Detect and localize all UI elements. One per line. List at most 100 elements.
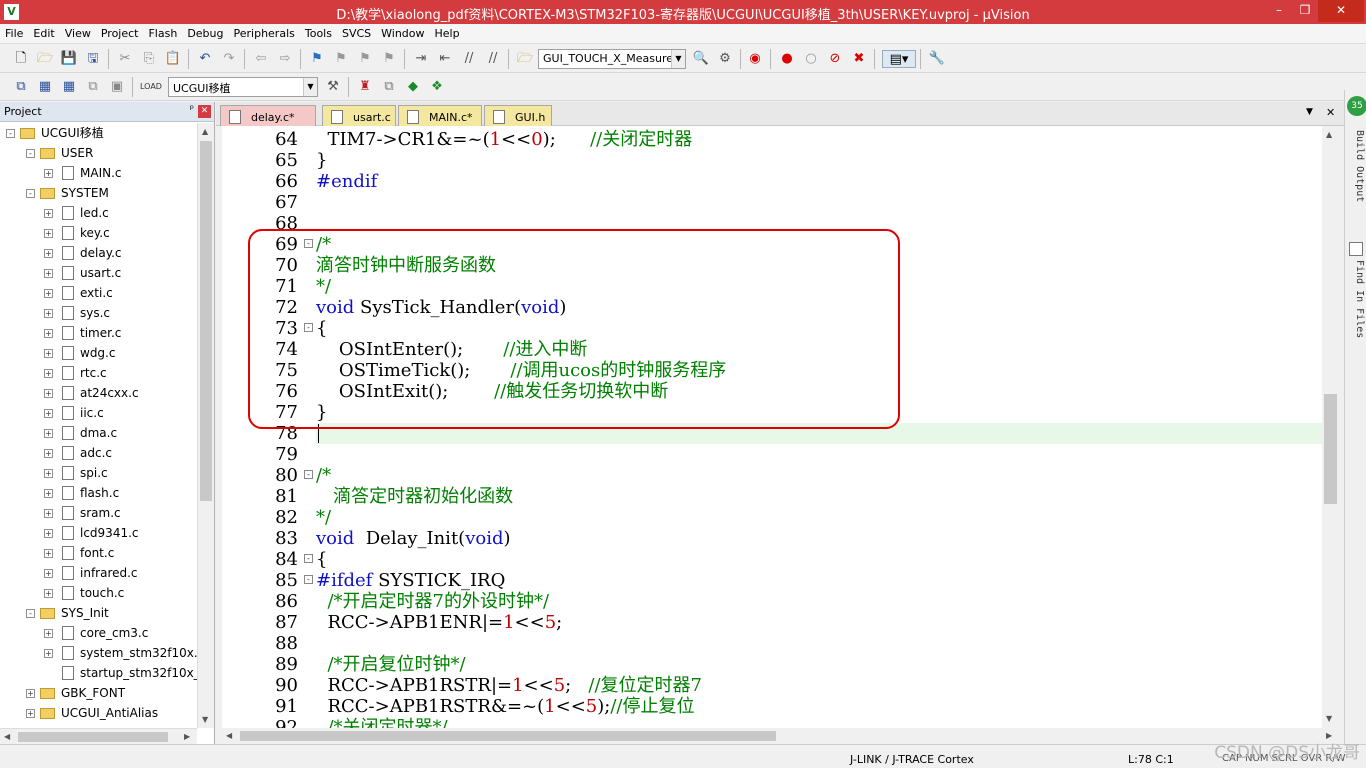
target-options-icon[interactable]: ⚒ (324, 78, 342, 96)
menu-window[interactable]: Window (376, 24, 429, 44)
expand-icon[interactable]: + (44, 449, 53, 458)
scroll-down-icon[interactable]: ▼ (1326, 714, 1332, 723)
expand-icon[interactable]: + (44, 349, 53, 358)
menu-file[interactable]: File (0, 24, 28, 44)
unindent-icon[interactable]: ⇤ (436, 50, 454, 68)
cut-icon[interactable]: ✂ (116, 50, 134, 68)
expand-icon[interactable]: + (44, 269, 53, 278)
expand-icon[interactable]: + (44, 309, 53, 318)
menu-edit[interactable]: Edit (28, 24, 59, 44)
save-all-icon[interactable]: 🖫 (84, 50, 102, 68)
expand-icon[interactable]: + (44, 229, 53, 238)
menu-view[interactable]: View (60, 24, 96, 44)
expand-icon[interactable]: + (44, 389, 53, 398)
expand-icon[interactable]: + (44, 289, 53, 298)
menu-help[interactable]: Help (430, 24, 465, 44)
select-packs-icon[interactable]: ◆ (404, 78, 422, 96)
editor-horizontal-scrollbar[interactable]: ◀ ▶ (222, 728, 1339, 744)
insert-breakpoint-icon[interactable]: ● (778, 50, 796, 68)
restore-button[interactable]: ❐ (1292, 0, 1318, 22)
debug-session-icon[interactable]: ◉ (746, 50, 764, 68)
configure-icon[interactable]: 🔧 (928, 50, 946, 68)
clear-bookmarks-icon[interactable]: ⚑ (380, 50, 398, 68)
collapse-icon[interactable]: - (26, 149, 35, 158)
expand-icon[interactable]: + (44, 369, 53, 378)
expand-icon[interactable]: + (44, 209, 53, 218)
comment-icon[interactable]: // (460, 50, 478, 68)
expand-icon[interactable]: + (26, 709, 35, 718)
scrollbar-thumb[interactable] (240, 731, 776, 741)
tab-list-icon[interactable]: ▼ (1306, 107, 1313, 117)
manage-rte-icon[interactable]: ❖ (428, 78, 446, 96)
scroll-left-icon[interactable]: ◀ (226, 731, 232, 740)
menu-flash[interactable]: Flash (143, 24, 182, 44)
undo-icon[interactable]: ↶ (196, 50, 214, 68)
find-in-files-icon[interactable]: 🗁 (516, 50, 534, 68)
fold-toggle-icon[interactable]: - (304, 575, 313, 584)
scrollbar-thumb[interactable] (200, 141, 212, 501)
expand-icon[interactable]: + (44, 489, 53, 498)
expand-icon[interactable]: + (44, 469, 53, 478)
redo-icon[interactable]: ↷ (220, 50, 238, 68)
copy-icon[interactable]: ⎘ (140, 50, 158, 68)
expand-icon[interactable]: + (44, 649, 53, 658)
tab-usart-c[interactable]: usart.c (322, 105, 396, 126)
expand-icon[interactable]: + (44, 549, 53, 558)
nav-forward-icon[interactable]: ⇨ (276, 50, 294, 68)
target-combo[interactable]: UCGUI移植 ▼ (168, 77, 318, 97)
scroll-left-icon[interactable]: ◀ (4, 732, 10, 741)
scroll-down-icon[interactable]: ▼ (202, 715, 208, 724)
minimize-button[interactable]: – (1266, 0, 1292, 22)
enable-breakpoint-icon[interactable]: ○ (802, 50, 820, 68)
menu-svcs[interactable]: SVCS (337, 24, 376, 44)
chevron-down-icon[interactable]: ▼ (303, 78, 317, 96)
stop-build-icon[interactable]: ▣ (108, 78, 126, 96)
scroll-up-icon[interactable]: ▲ (202, 127, 208, 136)
fold-toggle-icon[interactable]: - (304, 554, 313, 563)
project-vertical-scrollbar[interactable]: ▲ ▼ (197, 123, 214, 728)
expand-icon[interactable]: + (44, 249, 53, 258)
tab-build-output[interactable]: Build Output (1347, 130, 1365, 240)
expand-icon[interactable]: + (44, 589, 53, 598)
next-bookmark-icon[interactable]: ⚑ (356, 50, 374, 68)
editor-vertical-scrollbar[interactable]: ▲ ▼ (1322, 126, 1339, 728)
window-layout-icon[interactable]: ▤▾ (882, 50, 916, 68)
expand-icon[interactable]: + (44, 509, 53, 518)
find-icon[interactable]: 🔍 (692, 50, 710, 68)
save-icon[interactable]: 💾 (60, 50, 78, 68)
paste-icon[interactable]: 📋 (164, 50, 182, 68)
menu-tools[interactable]: Tools (300, 24, 337, 44)
expand-icon[interactable]: + (44, 569, 53, 578)
prev-bookmark-icon[interactable]: ⚑ (332, 50, 350, 68)
find-combo[interactable]: GUI_TOUCH_X_MeasureY ▼ (538, 49, 686, 69)
expand-icon[interactable]: + (44, 429, 53, 438)
expand-icon[interactable]: + (44, 329, 53, 338)
manage-components-icon[interactable]: ♜ (356, 78, 374, 96)
file-extensions-icon[interactable]: ⧉ (380, 78, 398, 96)
load-icon[interactable]: LOAD (140, 78, 162, 96)
scroll-up-icon[interactable]: ▲ (1326, 130, 1332, 139)
bookmark-icon[interactable]: ⚑ (308, 50, 326, 68)
expand-icon[interactable]: + (44, 169, 53, 178)
open-folder-icon[interactable]: 🗁 (36, 50, 54, 68)
kill-breakpoints-icon[interactable]: ✖ (850, 50, 868, 68)
translate-icon[interactable]: ⧉ (12, 78, 30, 96)
chevron-down-icon[interactable]: ▼ (671, 50, 685, 68)
menu-peripherals[interactable]: Peripherals (229, 24, 300, 44)
expand-icon[interactable]: + (44, 409, 53, 418)
disable-breakpoints-icon[interactable]: ⊘ (826, 50, 844, 68)
tab-main-c[interactable]: MAIN.c* (398, 105, 482, 126)
close-icon[interactable]: ✕ (198, 105, 211, 118)
tab-gui-h[interactable]: GUI.h (484, 105, 552, 126)
nav-back-icon[interactable]: ⇦ (252, 50, 270, 68)
new-file-icon[interactable]: 🗋 (12, 50, 30, 68)
close-tab-icon[interactable]: ✕ (1326, 106, 1335, 119)
tab-find-in-files[interactable]: Find In Files (1347, 260, 1365, 360)
uncomment-icon[interactable]: // (484, 50, 502, 68)
expand-icon[interactable]: + (44, 529, 53, 538)
menu-project[interactable]: Project (96, 24, 144, 44)
batch-build-icon[interactable]: ⧉ (84, 78, 102, 96)
project-horizontal-scrollbar[interactable]: ◀ ▶ (0, 728, 197, 744)
close-button[interactable]: ✕ (1318, 0, 1364, 22)
indent-icon[interactable]: ⇥ (412, 50, 430, 68)
